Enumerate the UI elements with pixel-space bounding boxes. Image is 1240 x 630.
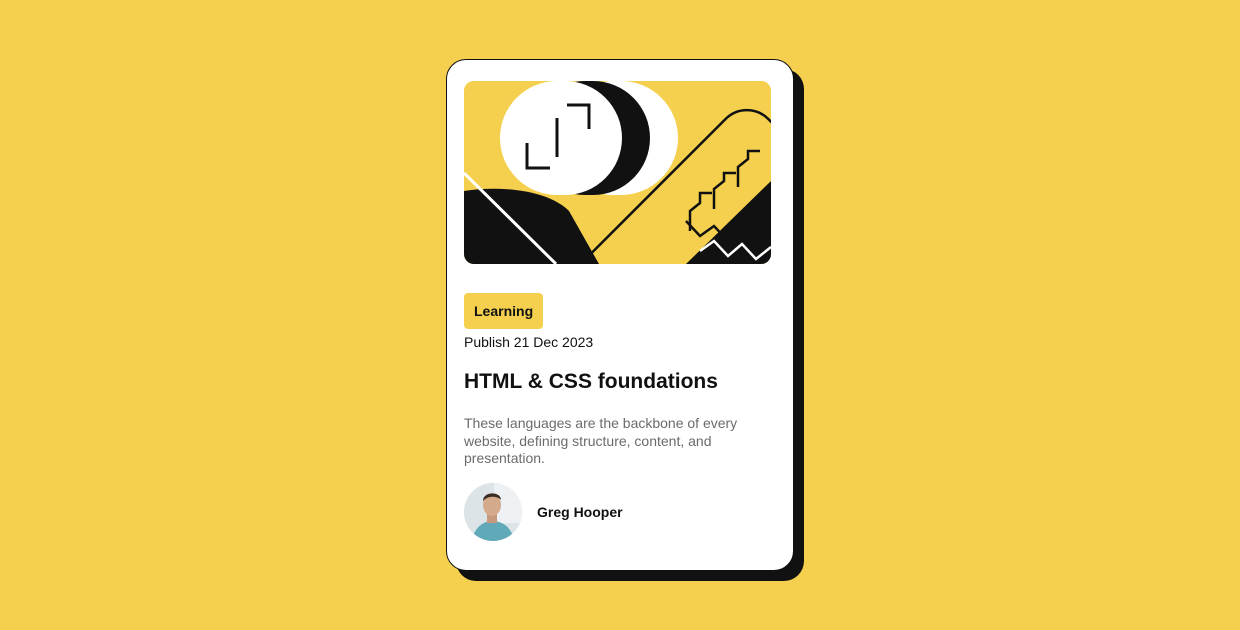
author-row: Greg Hooper (464, 482, 623, 542)
abstract-illustration-graphic (464, 81, 771, 264)
hero-illustration (464, 81, 771, 264)
card-description: These languages are the backbone of ever… (464, 415, 738, 466)
category-tag: Learning (464, 293, 544, 329)
author-avatar (464, 483, 522, 541)
blog-preview-card: Learning Publish 21 Dec 2023 HTML & CSS … (446, 59, 794, 571)
card-title[interactable]: HTML & CSS foundations (464, 370, 718, 394)
author-photo (464, 483, 522, 541)
author-name[interactable]: Greg Hooper (537, 504, 623, 520)
publish-date: Publish 21 Dec 2023 (464, 334, 594, 350)
